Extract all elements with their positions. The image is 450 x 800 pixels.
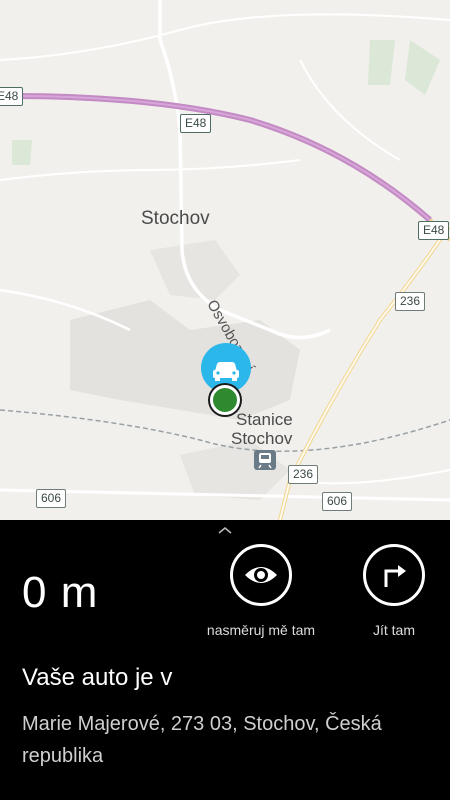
road-shield-e48: E48 — [0, 87, 24, 106]
green-area — [12, 140, 32, 165]
map-view[interactable]: E48 E48 E48 236 236 606 606 Stochov Stan… — [0, 0, 450, 520]
location-title: Vaše auto je v — [22, 664, 173, 691]
road-shield-236: 236 — [395, 292, 426, 311]
road-shield-236: 236 — [288, 465, 319, 484]
distance-value: 0 m — [22, 568, 99, 617]
map-canvas — [0, 0, 450, 520]
road-shield-606: 606 — [322, 492, 353, 511]
info-panel: 0 m nasměruj mě tam Jít tam Vaše auto je… — [0, 520, 450, 800]
location-dot-icon — [210, 385, 240, 415]
place-label-station: Stochov — [231, 429, 293, 448]
town-area-south — [180, 440, 290, 500]
road-shield-606: 606 — [36, 489, 67, 508]
navigate-label: nasměruj mě tam — [206, 622, 316, 638]
walk-there-button[interactable]: Jít tam — [319, 544, 450, 638]
walk-there-label: Jít tam — [372, 622, 415, 638]
place-label-town: Stochov — [141, 208, 210, 229]
town-area-north — [150, 240, 240, 300]
eye-icon — [230, 544, 292, 606]
navigate-button[interactable]: nasměruj mě tam — [186, 544, 336, 638]
green-area — [368, 40, 395, 85]
road-shield-e48: E48 — [418, 221, 450, 240]
location-address: Marie Majerové, 273 03, Stochov, Česká r… — [22, 713, 382, 767]
road-shield-e48: E48 — [180, 114, 212, 133]
place-label-station: Stanice — [236, 410, 293, 429]
train-station-icon — [254, 450, 276, 470]
green-area — [405, 40, 440, 95]
turn-right-arrow-icon — [363, 544, 425, 606]
chevron-up-icon[interactable] — [217, 520, 233, 534]
